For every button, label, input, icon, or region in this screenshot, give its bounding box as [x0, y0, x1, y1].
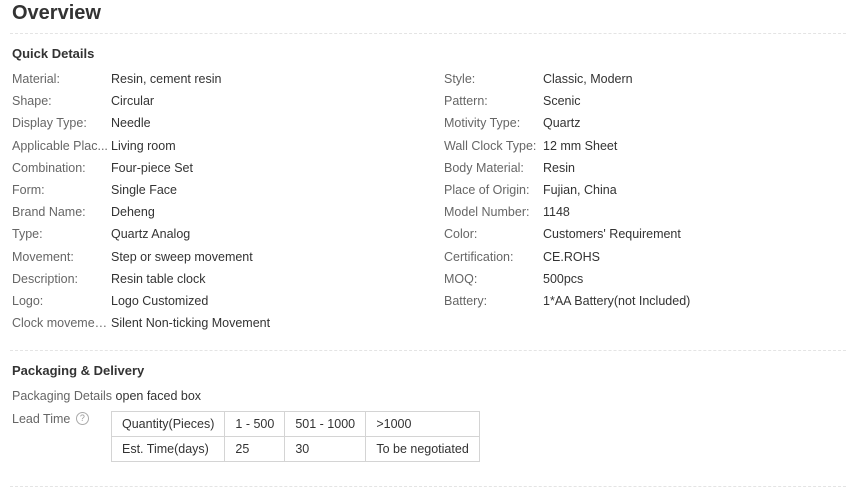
detail-label: Applicable Plac... — [12, 139, 108, 153]
detail-row: MOQ: 500pcs — [444, 269, 844, 289]
detail-label: Body Material: — [444, 161, 524, 175]
table-cell: 25 — [224, 436, 286, 462]
detail-row: Type: Quartz Analog — [12, 224, 432, 244]
table-cell: 501 - 1000 — [284, 411, 367, 437]
detail-value: Fujian, China — [543, 183, 617, 197]
detail-label: Model Number: — [444, 205, 530, 219]
detail-value: 1*AA Battery(not Included) — [543, 294, 691, 308]
detail-row: Logo: Logo Customized — [12, 291, 432, 311]
detail-label: Logo: — [12, 294, 44, 308]
help-icon[interactable]: ? — [75, 412, 89, 426]
table-cell: To be negotiated — [365, 436, 481, 462]
detail-row: Description: Resin table clock — [12, 269, 432, 289]
table-row: Est. Time(days) 25 30 To be negotiated — [110, 436, 481, 462]
detail-label: MOQ: — [444, 272, 478, 286]
detail-value: Logo Customized — [111, 294, 209, 308]
lead-time-row: Lead Time ? — [12, 409, 89, 429]
detail-row: Applicable Plac... Living room — [12, 136, 432, 156]
detail-row: Wall Clock Type: 12 mm Sheet — [444, 136, 844, 156]
detail-value: Quartz Analog — [111, 227, 191, 241]
detail-label: Display Type: — [12, 116, 87, 130]
detail-value: Step or sweep movement — [111, 250, 253, 264]
detail-label: Wall Clock Type: — [444, 139, 537, 153]
table-row: Quantity(Pieces) 1 - 500 501 - 1000 >100… — [110, 411, 481, 437]
detail-row: Brand Name: Deheng — [12, 202, 432, 222]
lead-time-table: Quantity(Pieces) 1 - 500 501 - 1000 >100… — [110, 411, 481, 462]
detail-row: Color: Customers' Requirement — [444, 224, 844, 244]
detail-value: Resin — [543, 161, 575, 175]
detail-label: Material: — [12, 72, 60, 86]
detail-value: Deheng — [111, 205, 155, 219]
detail-row: Movement: Step or sweep movement — [12, 247, 432, 267]
table-cell: Quantity(Pieces) — [110, 411, 226, 437]
detail-row: Material: Resin, cement resin — [12, 69, 432, 89]
detail-row: Model Number: 1148 — [444, 202, 844, 222]
detail-value: 1148 — [543, 205, 570, 219]
detail-row: Style: Classic, Modern — [444, 69, 844, 89]
table-cell: >1000 — [365, 411, 481, 437]
detail-row: Pattern: Scenic — [444, 91, 844, 111]
detail-value: Resin table clock — [111, 272, 206, 286]
detail-value: CE.ROHS — [543, 250, 600, 264]
detail-value: Silent Non-ticking Movement — [111, 316, 271, 330]
detail-value: Circular — [111, 94, 155, 108]
packaging-details-row: Packaging Details open faced box — [12, 386, 201, 406]
detail-label: Brand Name: — [12, 205, 86, 219]
detail-row: Place of Origin: Fujian, China — [444, 180, 844, 200]
detail-label: Place of Origin: — [444, 183, 530, 197]
detail-label: Movement: — [12, 250, 74, 264]
detail-value: Resin, cement resin — [111, 72, 222, 86]
detail-label: Clock movement: — [12, 316, 108, 330]
table-cell: 1 - 500 — [224, 411, 286, 437]
detail-value: Classic, Modern — [543, 72, 633, 86]
detail-value: 500pcs — [543, 272, 584, 286]
detail-label: Certification: — [444, 250, 514, 264]
overview-title: Overview — [12, 2, 101, 24]
detail-row: Clock movement: Silent Non-ticking Moveme… — [12, 313, 432, 333]
detail-row: Battery: 1*AA Battery(not Included) — [444, 291, 844, 311]
detail-row: Body Material: Resin — [444, 158, 844, 178]
divider — [10, 486, 846, 487]
detail-row: Form: Single Face — [12, 180, 432, 200]
detail-label: Combination: — [12, 161, 86, 175]
detail-row: Motivity Type: Quartz — [444, 113, 844, 133]
detail-value: Four-piece Set — [111, 161, 193, 175]
packaging-details-label: Packaging Details — [12, 389, 113, 403]
detail-label: Description: — [12, 272, 78, 286]
detail-value: 12 mm Sheet — [543, 139, 618, 153]
detail-value: Living room — [111, 139, 176, 153]
divider — [10, 350, 846, 351]
detail-row: Combination: Four-piece Set — [12, 158, 432, 178]
detail-value: Customers' Requirement — [543, 227, 681, 241]
detail-label: Battery: — [444, 294, 488, 308]
detail-label: Type: — [12, 227, 43, 241]
detail-label: Color: — [444, 227, 478, 241]
detail-value: Needle — [111, 116, 151, 130]
table-cell: Est. Time(days) — [110, 436, 226, 462]
packaging-heading: Packaging & Delivery — [12, 363, 145, 378]
divider — [10, 33, 846, 34]
table-cell: 30 — [284, 436, 367, 462]
detail-value: Quartz — [543, 116, 581, 130]
detail-row: Display Type: Needle — [12, 113, 432, 133]
detail-label: Style: — [444, 72, 476, 86]
lead-time-label: Lead Time — [12, 412, 71, 426]
detail-value: Scenic — [543, 94, 581, 108]
detail-value: Single Face — [111, 183, 178, 197]
quick-details-heading: Quick Details — [12, 46, 95, 61]
detail-label: Pattern: — [444, 94, 488, 108]
packaging-details-value: open faced box — [115, 389, 202, 403]
detail-label: Shape: — [12, 94, 52, 108]
detail-label: Motivity Type: — [444, 116, 521, 130]
detail-label: Form: — [12, 183, 45, 197]
detail-row: Shape: Circular — [12, 91, 432, 111]
detail-row: Certification: CE.ROHS — [444, 247, 844, 267]
